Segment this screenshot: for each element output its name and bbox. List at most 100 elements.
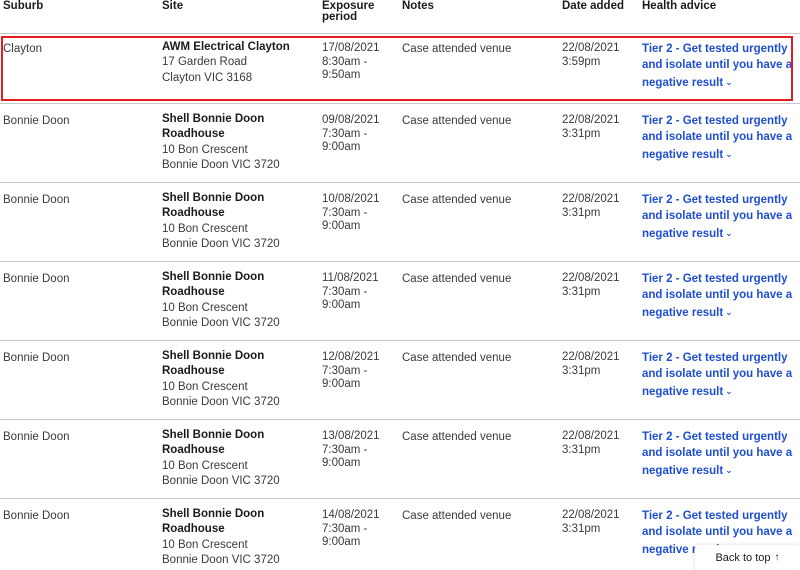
chevron-down-icon: ⌄ bbox=[725, 464, 733, 475]
cell-site: Shell Bonnie Doon Roadhouse 10 Bon Cresc… bbox=[162, 349, 312, 411]
site-address-line2: Bonnie Doon VIC 3720 bbox=[162, 238, 280, 251]
cell-notes: Case attended venue bbox=[402, 510, 512, 522]
site-name: Shell Bonnie Doon Roadhouse bbox=[162, 508, 265, 536]
table-row: Bonnie Doon Shell Bonnie Doon Roadhouse … bbox=[0, 104, 800, 183]
site-address-line2: Clayton VIC 3168 bbox=[162, 71, 253, 84]
cell-suburb: Bonnie Doon bbox=[3, 273, 70, 285]
header-suburb: Suburb bbox=[3, 0, 44, 12]
cell-exposure-period: 14/08/2021 7:30am - 9:00am bbox=[322, 509, 398, 550]
cell-date-added: 22/08/2021 3:59pm bbox=[562, 42, 620, 69]
date-added-time: 3:31pm bbox=[562, 285, 601, 298]
cell-exposure-period: 11/08/2021 7:30am - 9:00am bbox=[322, 272, 398, 313]
table-row: Bonnie Doon Shell Bonnie Doon Roadhouse … bbox=[0, 499, 800, 570]
date-added-date: 22/08/2021 bbox=[562, 42, 620, 54]
cell-notes: Case attended venue bbox=[402, 352, 512, 364]
cell-suburb: Bonnie Doon bbox=[3, 431, 70, 443]
health-advice-text: Tier 2 - Get tested urgently and isolate… bbox=[642, 43, 793, 89]
cell-exposure-period: 09/08/2021 7:30am - 9:00am bbox=[322, 114, 398, 155]
site-address-line2: Bonnie Doon VIC 3720 bbox=[162, 396, 280, 409]
health-advice-link[interactable]: Tier 2 - Get tested urgently and isolate… bbox=[642, 43, 792, 89]
cell-exposure-period: 12/08/2021 7:30am - 9:00am bbox=[322, 351, 398, 392]
exposure-time-end: 9:00am bbox=[322, 141, 361, 154]
exposure-date: 09/08/2021 bbox=[322, 114, 380, 126]
cell-date-added: 22/08/2021 3:31pm bbox=[562, 114, 620, 141]
cell-health-advice: Tier 2 - Get tested urgently and isolate… bbox=[642, 113, 798, 163]
date-added-date: 22/08/2021 bbox=[562, 193, 620, 205]
cell-health-advice: Tier 2 - Get tested urgently and isolate… bbox=[642, 41, 798, 91]
site-address-line1: 17 Garden Road bbox=[162, 56, 248, 69]
exposure-date: 17/08/2021 bbox=[322, 42, 380, 54]
site-address-line1: 10 Bon Crescent bbox=[162, 380, 248, 393]
cell-health-advice: Tier 2 - Get tested urgently and isolate… bbox=[642, 350, 798, 400]
table-body: Clayton AWM Electrical Clayton 17 Garden… bbox=[0, 34, 800, 570]
health-advice-link[interactable]: Tier 2 - Get tested urgently and isolate… bbox=[642, 273, 792, 319]
exposure-time-start: 7:30am - bbox=[322, 127, 368, 140]
exposure-date: 12/08/2021 bbox=[322, 351, 380, 363]
date-added-date: 22/08/2021 bbox=[562, 272, 620, 284]
site-address-line1: 10 Bon Crescent bbox=[162, 301, 248, 314]
exposure-time-start: 7:30am - bbox=[322, 443, 368, 456]
cell-notes: Case attended venue bbox=[402, 115, 512, 127]
cell-date-added: 22/08/2021 3:31pm bbox=[562, 430, 620, 457]
site-name: Shell Bonnie Doon Roadhouse bbox=[162, 350, 265, 378]
date-added-time: 3:31pm bbox=[562, 127, 601, 140]
chevron-down-icon: ⌄ bbox=[725, 227, 733, 238]
chevron-down-icon: ⌄ bbox=[725, 148, 733, 159]
cell-site: Shell Bonnie Doon Roadhouse 10 Bon Cresc… bbox=[162, 428, 312, 490]
header-date-added: Date added bbox=[562, 0, 624, 12]
exposure-time-end: 9:00am bbox=[322, 536, 361, 549]
date-added-time: 3:31pm bbox=[562, 364, 601, 377]
health-advice-text: Tier 2 - Get tested urgently and isolate… bbox=[642, 115, 793, 161]
exposure-time-end: 9:00am bbox=[322, 378, 361, 391]
site-name: Shell Bonnie Doon Roadhouse bbox=[162, 192, 265, 220]
date-added-time: 3:59pm bbox=[562, 55, 601, 68]
date-added-date: 22/08/2021 bbox=[562, 509, 620, 521]
cell-notes: Case attended venue bbox=[402, 431, 512, 443]
cell-site: Shell Bonnie Doon Roadhouse 10 Bon Cresc… bbox=[162, 191, 312, 253]
cell-suburb: Bonnie Doon bbox=[3, 352, 70, 364]
health-advice-link[interactable]: Tier 2 - Get tested urgently and isolate… bbox=[642, 352, 792, 398]
date-added-date: 22/08/2021 bbox=[562, 351, 620, 363]
table-row: Bonnie Doon Shell Bonnie Doon Roadhouse … bbox=[0, 262, 800, 341]
cell-site: AWM Electrical Clayton 17 Garden Road Cl… bbox=[162, 40, 312, 86]
cell-suburb: Bonnie Doon bbox=[3, 510, 70, 522]
exposure-sites-table: Suburb Site Exposure period Notes Date a… bbox=[0, 0, 800, 570]
exposure-time-end: 9:00am bbox=[322, 299, 361, 312]
exposure-time-start: 8:30am - bbox=[322, 55, 368, 68]
cell-date-added: 22/08/2021 3:31pm bbox=[562, 351, 620, 378]
exposure-time-end: 9:00am bbox=[322, 457, 361, 470]
header-health-advice: Health advice bbox=[642, 0, 717, 12]
site-name: Shell Bonnie Doon Roadhouse bbox=[162, 271, 265, 299]
site-name: AWM Electrical Clayton bbox=[162, 41, 290, 53]
cell-site: Shell Bonnie Doon Roadhouse 10 Bon Cresc… bbox=[162, 270, 312, 332]
health-advice-link[interactable]: Tier 2 - Get tested urgently and isolate… bbox=[642, 115, 792, 161]
cell-exposure-period: 10/08/2021 7:30am - 9:00am bbox=[322, 193, 398, 234]
health-advice-link[interactable]: Tier 2 - Get tested urgently and isolate… bbox=[642, 431, 792, 477]
health-advice-link[interactable]: Tier 2 - Get tested urgently and isolate… bbox=[642, 194, 792, 240]
date-added-time: 3:31pm bbox=[562, 443, 601, 456]
site-address-line1: 10 Bon Crescent bbox=[162, 459, 248, 472]
exposure-date: 10/08/2021 bbox=[322, 193, 380, 205]
health-advice-text: Tier 2 - Get tested urgently and isolate… bbox=[642, 352, 793, 398]
cell-date-added: 22/08/2021 3:31pm bbox=[562, 509, 620, 536]
back-to-top-button[interactable]: Back to top ↑ bbox=[695, 545, 800, 570]
exposure-time-start: 7:30am - bbox=[322, 364, 368, 377]
table-row: Clayton AWM Electrical Clayton 17 Garden… bbox=[0, 34, 800, 104]
date-added-date: 22/08/2021 bbox=[562, 114, 620, 126]
table-row: Bonnie Doon Shell Bonnie Doon Roadhouse … bbox=[0, 420, 800, 499]
health-advice-text: Tier 2 - Get tested urgently and isolate… bbox=[642, 194, 793, 240]
chevron-down-icon: ⌄ bbox=[725, 385, 733, 396]
cell-health-advice: Tier 2 - Get tested urgently and isolate… bbox=[642, 429, 798, 479]
site-address-line2: Bonnie Doon VIC 3720 bbox=[162, 317, 280, 330]
cell-site: Shell Bonnie Doon Roadhouse 10 Bon Cresc… bbox=[162, 112, 312, 174]
exposure-date: 13/08/2021 bbox=[322, 430, 380, 442]
table-row: Bonnie Doon Shell Bonnie Doon Roadhouse … bbox=[0, 183, 800, 262]
exposure-time-start: 7:30am - bbox=[322, 522, 368, 535]
header-exposure-period: Exposure period bbox=[322, 0, 398, 23]
cell-notes: Case attended venue bbox=[402, 194, 512, 206]
cell-health-advice: Tier 2 - Get tested urgently and isolate… bbox=[642, 192, 798, 242]
cell-exposure-period: 13/08/2021 7:30am - 9:00am bbox=[322, 430, 398, 471]
exposure-date: 14/08/2021 bbox=[322, 509, 380, 521]
exposure-time-end: 9:00am bbox=[322, 220, 361, 233]
site-address-line1: 10 Bon Crescent bbox=[162, 222, 248, 235]
